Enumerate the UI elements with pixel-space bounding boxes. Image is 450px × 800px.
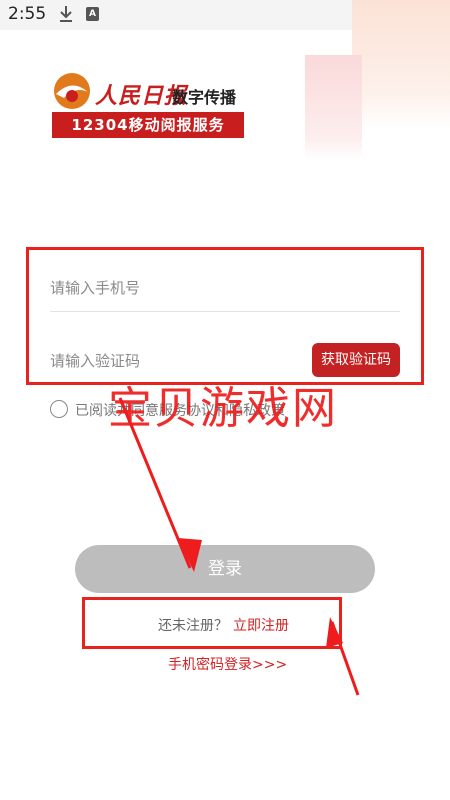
app-notification-icon: A <box>86 7 99 21</box>
peoples-daily-emblem-icon <box>54 73 90 109</box>
header-decoration-accent <box>305 55 362 160</box>
logo-subtitle: 数字传播 <box>172 88 237 107</box>
status-time: 2:55 <box>8 4 47 24</box>
input-divider <box>50 311 400 312</box>
register-prompt: 还未注册？ <box>158 618 228 634</box>
login-button[interactable]: 登录 <box>75 545 375 593</box>
header-decoration <box>352 0 450 130</box>
phone-input[interactable] <box>50 270 400 306</box>
password-login-link[interactable]: 手机密码登录>>> <box>168 654 287 674</box>
download-icon <box>60 6 72 22</box>
register-link[interactable]: 立即注册 <box>233 615 289 635</box>
agreement-radio[interactable] <box>50 400 68 418</box>
watermark-text: 宝贝游戏网 <box>108 383 338 434</box>
service-banner: 12304移动阅报服务 <box>52 112 244 138</box>
